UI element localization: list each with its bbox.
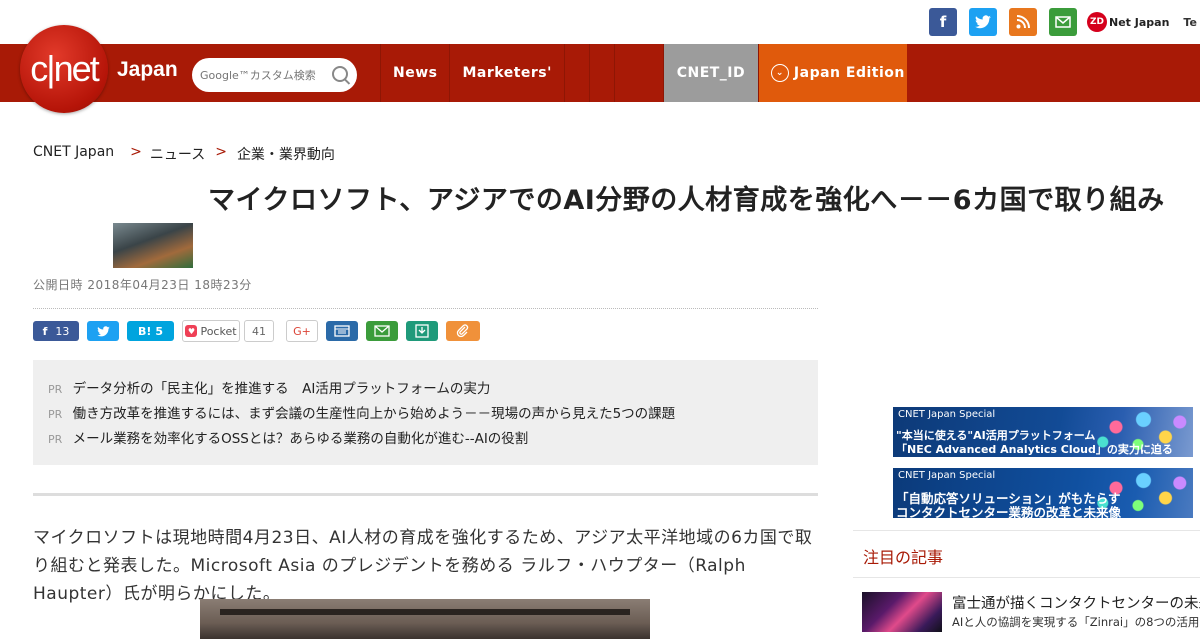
nav-blank-2[interactable] xyxy=(588,44,614,102)
breadcrumb-news[interactable]: ニュース xyxy=(150,144,205,164)
pr-tag: PR xyxy=(48,383,63,396)
pr-item-text: メール業務を効率化するOSSとは？あらゆる業務の自動化が進む--AIの役割 xyxy=(72,431,529,447)
download-icon xyxy=(415,324,429,338)
mail-icon[interactable] xyxy=(1049,8,1077,36)
te-label: Te xyxy=(1183,15,1197,29)
edition-label: Japan Edition xyxy=(793,65,905,81)
publish-date: 公開日時 2018年04月23日 18時23分 xyxy=(33,278,252,292)
featured-title[interactable]: 富士通が描くコンタクトセンターの未来 xyxy=(952,592,1200,613)
rss-icon[interactable] xyxy=(1009,8,1037,36)
section-divider xyxy=(33,493,818,496)
chevron-down-icon: ⌄ xyxy=(770,64,789,82)
article-title: マイクロソフト、アジアでのAI分野の人材育成を強化へ－－6カ国で取り組み xyxy=(208,185,1165,216)
sidebar-ad[interactable]: CNET Japan Special 「自動応答ソリューション」がもたらす コン… xyxy=(893,468,1193,518)
main-nav: News Marketers' CNET_ID ⌄ Japan Edition xyxy=(380,44,907,102)
featured-thumbnail[interactable] xyxy=(862,592,942,632)
twitter-icon xyxy=(96,325,110,336)
save-button[interactable] xyxy=(406,321,438,341)
pr-item[interactable]: PR メール業務を効率化するOSSとは？あらゆる業務の自動化が進む--AIの役割 xyxy=(48,427,528,447)
facebook-icon[interactable]: f xyxy=(929,8,957,36)
brand-suffix: Japan xyxy=(117,58,178,81)
window-icon xyxy=(334,325,350,337)
article-lead: マイクロソフトは現地時間4月23日、AI人材の育成を強化するため、アジア太平洋地… xyxy=(33,528,813,604)
pr-links-box: PR データ分析の「民主化」を推進する AI活用プラットフォームの実力 PR 働… xyxy=(33,360,818,465)
breadcrumb: CNET Japan > ニュース > 企業・業界動向 xyxy=(33,144,335,164)
zdnet-logo-icon: ZD xyxy=(1087,12,1107,32)
pocket-count: 41 xyxy=(244,320,274,342)
edition-selector[interactable]: ⌄ Japan Edition xyxy=(757,44,907,102)
sidebar-section-header: 注目の記事 xyxy=(853,530,1200,578)
pocket-label: Pocket xyxy=(200,324,237,338)
hatena-label: B! xyxy=(137,324,152,338)
facebook-share-button[interactable]: f 13 xyxy=(33,321,79,341)
facebook-icon: f xyxy=(42,324,48,338)
mail-share-button[interactable] xyxy=(366,321,398,341)
cnet-id-button[interactable]: CNET_ID xyxy=(662,44,758,102)
hatena-bookmark-button[interactable]: B! 5 xyxy=(127,321,174,341)
article-photo xyxy=(200,599,650,639)
nav-blank-3[interactable] xyxy=(613,44,639,102)
sidebar-ad[interactable]: CNET Japan Special "本当に使える"AI活用プラットフォーム … xyxy=(893,407,1193,457)
pocket-button[interactable]: ♥ Pocket xyxy=(182,320,240,342)
twitter-icon[interactable] xyxy=(969,8,997,36)
breadcrumb-separator: > xyxy=(215,144,227,160)
pr-item-text: 働き方改革を推進するには、まず会議の生産性向上から始めよう－－現場の声から見えた… xyxy=(72,406,676,422)
search-input[interactable] xyxy=(198,67,332,83)
pr-item-text: データ分析の「民主化」を推進する AI活用プラットフォームの実力 xyxy=(72,381,491,397)
browser-bookmark-button[interactable] xyxy=(326,321,358,341)
breadcrumb-separator: > xyxy=(130,144,142,160)
article-thumbnail xyxy=(113,223,193,268)
pr-tag: PR xyxy=(48,408,63,421)
logo-text: c|net xyxy=(30,48,99,89)
ad-line-2: 「NEC Advanced Analytics Cloud」の実力に迫る xyxy=(896,443,1173,456)
pr-item[interactable]: PR データ分析の「民主化」を推進する AI活用プラットフォームの実力 xyxy=(48,377,490,397)
pr-item[interactable]: PR 働き方改革を推進するには、まず会議の生産性向上から始めよう－－現場の声から… xyxy=(48,402,675,422)
pr-tag: PR xyxy=(48,433,63,446)
breadcrumb-category[interactable]: 企業・業界動向 xyxy=(237,144,335,164)
mail-icon xyxy=(374,325,390,337)
pocket-icon: ♥ xyxy=(185,325,198,337)
google-plus-button[interactable]: G+ xyxy=(286,320,318,342)
clip-button[interactable] xyxy=(446,321,480,341)
zdnet-label: Net Japan xyxy=(1109,15,1170,29)
sidebar-section-title: 注目の記事 xyxy=(863,548,944,567)
nav-marketers[interactable]: Marketers' xyxy=(449,44,563,102)
nav-blank-1[interactable] xyxy=(563,44,589,102)
twitter-share-button[interactable] xyxy=(87,321,119,341)
ad-line-2: コンタクトセンター業務の改革と未来像 xyxy=(896,505,1122,518)
zdnet-link[interactable]: ZD Net Japan xyxy=(1087,12,1169,32)
facebook-count: 13 xyxy=(55,324,70,338)
breadcrumb-home[interactable]: CNET Japan xyxy=(33,144,114,164)
ad-kicker: CNET Japan Special xyxy=(898,470,996,481)
divider xyxy=(33,308,818,309)
hatena-count: 5 xyxy=(155,324,164,338)
nav-news[interactable]: News xyxy=(380,44,449,102)
paperclip-icon xyxy=(456,324,469,338)
social-links: f ZD Net Japan Te xyxy=(929,8,1197,36)
techrepublic-link[interactable]: Te xyxy=(1183,16,1197,29)
search-icon[interactable] xyxy=(332,66,348,82)
share-bar: f 13 B! 5 ♥ Pocket 41 G+ xyxy=(33,320,488,342)
ad-kicker: CNET Japan Special xyxy=(898,409,996,420)
cnet-logo[interactable]: c|net xyxy=(20,25,108,113)
search-box xyxy=(192,58,357,92)
featured-subtitle: AIと人の協調を実現する「Zinrai」の8つの活用法とは xyxy=(952,615,1200,629)
